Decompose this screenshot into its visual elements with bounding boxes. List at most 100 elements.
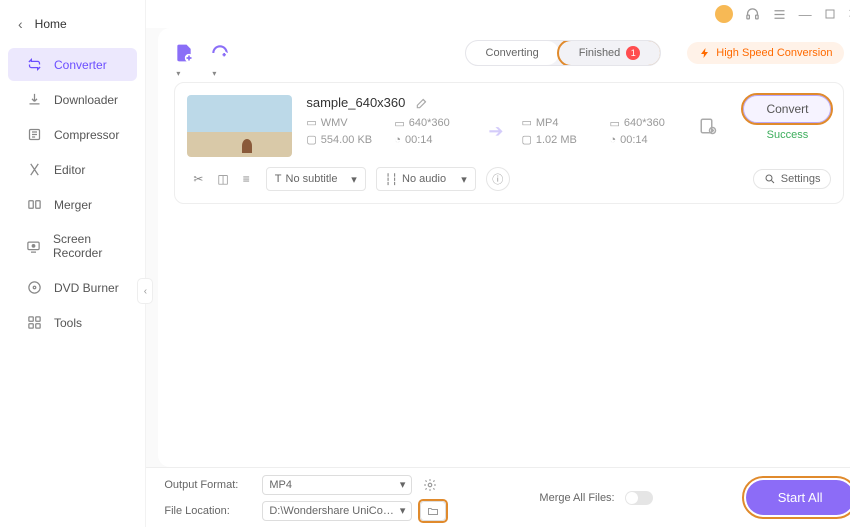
minimize-icon[interactable]: — bbox=[799, 7, 812, 22]
tools-icon bbox=[26, 315, 42, 330]
home-button[interactable]: ‹ Home bbox=[0, 8, 145, 40]
src-duration: ◔00:14 bbox=[394, 134, 470, 146]
sidebar-item-label: DVD Burner bbox=[54, 281, 119, 295]
video-icon: ▭ bbox=[306, 116, 316, 129]
status-tabs: Converting Finished 1 bbox=[465, 40, 662, 66]
download-icon bbox=[26, 92, 42, 107]
trim-icon[interactable]: ✂ bbox=[193, 172, 203, 186]
sidebar-item-label: Screen Recorder bbox=[53, 232, 119, 260]
start-all-button[interactable]: Start All bbox=[746, 480, 850, 515]
clock-icon: ◔ bbox=[394, 134, 401, 146]
add-url-button[interactable]: ▾ bbox=[210, 43, 230, 63]
finished-count-badge: 1 bbox=[626, 46, 640, 60]
dst-format: ▭MP4 bbox=[521, 116, 597, 129]
high-speed-conversion-button[interactable]: High Speed Conversion bbox=[687, 42, 844, 64]
sidebar: ‹ Home Converter Downloader Compressor bbox=[0, 0, 146, 527]
clock-icon: ◔ bbox=[609, 134, 616, 146]
merger-icon bbox=[26, 197, 42, 212]
sidebar-item-merger[interactable]: Merger bbox=[8, 188, 137, 221]
merge-label: Merge All Files: bbox=[539, 492, 614, 504]
output-settings-icon[interactable] bbox=[699, 117, 717, 135]
sidebar-item-compressor[interactable]: Compressor bbox=[8, 118, 137, 151]
file-title: sample_640x360 bbox=[306, 95, 405, 110]
sidebar-item-downloader[interactable]: Downloader bbox=[8, 83, 137, 116]
effect-icon[interactable]: ≡ bbox=[243, 172, 250, 186]
merge-toggle[interactable] bbox=[625, 491, 653, 505]
sidebar-item-label: Downloader bbox=[54, 93, 118, 107]
file-location-select[interactable]: D:\Wondershare UniConverter 1 ▾ bbox=[262, 501, 412, 521]
sidebar-item-label: Merger bbox=[54, 198, 92, 212]
headset-icon[interactable] bbox=[745, 7, 760, 22]
lightning-icon bbox=[699, 47, 711, 59]
tab-label: Finished bbox=[579, 47, 621, 59]
chevron-down-icon: ▾ bbox=[400, 478, 406, 491]
topbar: ▾ ▾ Converting Finished 1 bbox=[174, 40, 844, 66]
sidebar-collapse-button[interactable]: ‹ bbox=[137, 278, 153, 304]
output-format-label: Output Format: bbox=[164, 479, 254, 491]
chevron-down-icon: ▾ bbox=[461, 173, 467, 186]
menu-icon[interactable] bbox=[772, 7, 787, 22]
sidebar-item-dvd-burner[interactable]: DVD Burner bbox=[8, 271, 137, 304]
converter-icon bbox=[26, 57, 42, 72]
app-window: ‹ Home Converter Downloader Compressor bbox=[0, 0, 850, 527]
content-card: ▾ ▾ Converting Finished 1 bbox=[158, 28, 850, 467]
info-icon[interactable]: ⓘ bbox=[486, 167, 510, 191]
arrow-right-icon: ➔ bbox=[482, 121, 509, 142]
crop-icon[interactable]: ◫ bbox=[217, 172, 228, 186]
resolution-icon: ▭ bbox=[394, 117, 404, 130]
src-format: ▭WMV bbox=[306, 116, 382, 129]
dst-size: ▢1.02 MB bbox=[521, 133, 597, 146]
audio-icon: ┆┆ bbox=[385, 173, 398, 186]
tab-label: Converting bbox=[486, 47, 539, 59]
src-resolution: ▭640*360 bbox=[394, 117, 470, 130]
open-folder-button[interactable] bbox=[420, 501, 446, 521]
hs-label: High Speed Conversion bbox=[716, 47, 832, 59]
search-icon bbox=[764, 173, 776, 185]
dst-resolution: ▭640*360 bbox=[609, 117, 685, 130]
tab-converting[interactable]: Converting bbox=[466, 41, 559, 65]
editor-icon bbox=[26, 162, 42, 177]
home-label: Home bbox=[35, 17, 67, 31]
subtitle-dropdown[interactable]: TNo subtitle ▾ bbox=[266, 167, 366, 191]
chevron-down-icon: ▾ bbox=[176, 69, 180, 78]
sidebar-item-label: Converter bbox=[54, 58, 107, 72]
chevron-down-icon: ▾ bbox=[212, 69, 216, 78]
rename-icon[interactable] bbox=[415, 96, 429, 110]
sidebar-item-editor[interactable]: Editor bbox=[8, 153, 137, 186]
compressor-icon bbox=[26, 127, 42, 142]
output-format-select[interactable]: MP4 ▾ bbox=[262, 475, 412, 495]
chevron-left-icon: ‹ bbox=[18, 16, 23, 32]
sidebar-item-screen-recorder[interactable]: Screen Recorder bbox=[8, 223, 137, 269]
sidebar-item-tools[interactable]: Tools bbox=[8, 306, 137, 339]
edit-toolstrip: ✂ ◫ ≡ bbox=[187, 172, 255, 186]
file-location-label: File Location: bbox=[164, 505, 254, 517]
folder-icon: ▢ bbox=[306, 133, 316, 146]
dst-duration: ◔00:14 bbox=[609, 134, 685, 146]
settings-button[interactable]: Settings bbox=[753, 169, 832, 189]
add-file-button[interactable]: ▾ bbox=[174, 43, 194, 63]
audio-dropdown[interactable]: ┆┆No audio ▾ bbox=[376, 167, 476, 191]
format-gear-icon[interactable] bbox=[420, 475, 440, 495]
sidebar-item-label: Editor bbox=[54, 163, 85, 177]
folder-icon: ▢ bbox=[521, 133, 531, 146]
dvd-icon bbox=[26, 280, 42, 295]
resolution-icon: ▭ bbox=[609, 117, 619, 130]
chevron-down-icon: ▾ bbox=[400, 504, 406, 517]
status-text: Success bbox=[767, 129, 809, 141]
video-thumbnail[interactable] bbox=[187, 95, 292, 157]
sidebar-item-label: Compressor bbox=[54, 128, 119, 142]
screen-recorder-icon bbox=[26, 239, 41, 254]
sidebar-item-converter[interactable]: Converter bbox=[8, 48, 137, 81]
convert-button[interactable]: Convert bbox=[743, 95, 831, 123]
conversion-item: sample_640x360 ▭WMV ▢554.00 KB ▭64 bbox=[174, 82, 844, 204]
src-size: ▢554.00 KB bbox=[306, 133, 382, 146]
video-icon: ▭ bbox=[521, 116, 531, 129]
maximize-icon[interactable] bbox=[824, 8, 836, 20]
sidebar-item-label: Tools bbox=[54, 316, 82, 330]
tab-finished[interactable]: Finished 1 bbox=[559, 41, 661, 65]
avatar-icon[interactable] bbox=[715, 5, 733, 23]
main-panel: — ✕ ▾ ▾ C bbox=[146, 0, 850, 527]
titlebar: — ✕ bbox=[146, 0, 850, 28]
footer-bar: Output Format: MP4 ▾ File Location: D:\W… bbox=[146, 467, 850, 527]
subtitle-icon: T bbox=[275, 173, 282, 185]
